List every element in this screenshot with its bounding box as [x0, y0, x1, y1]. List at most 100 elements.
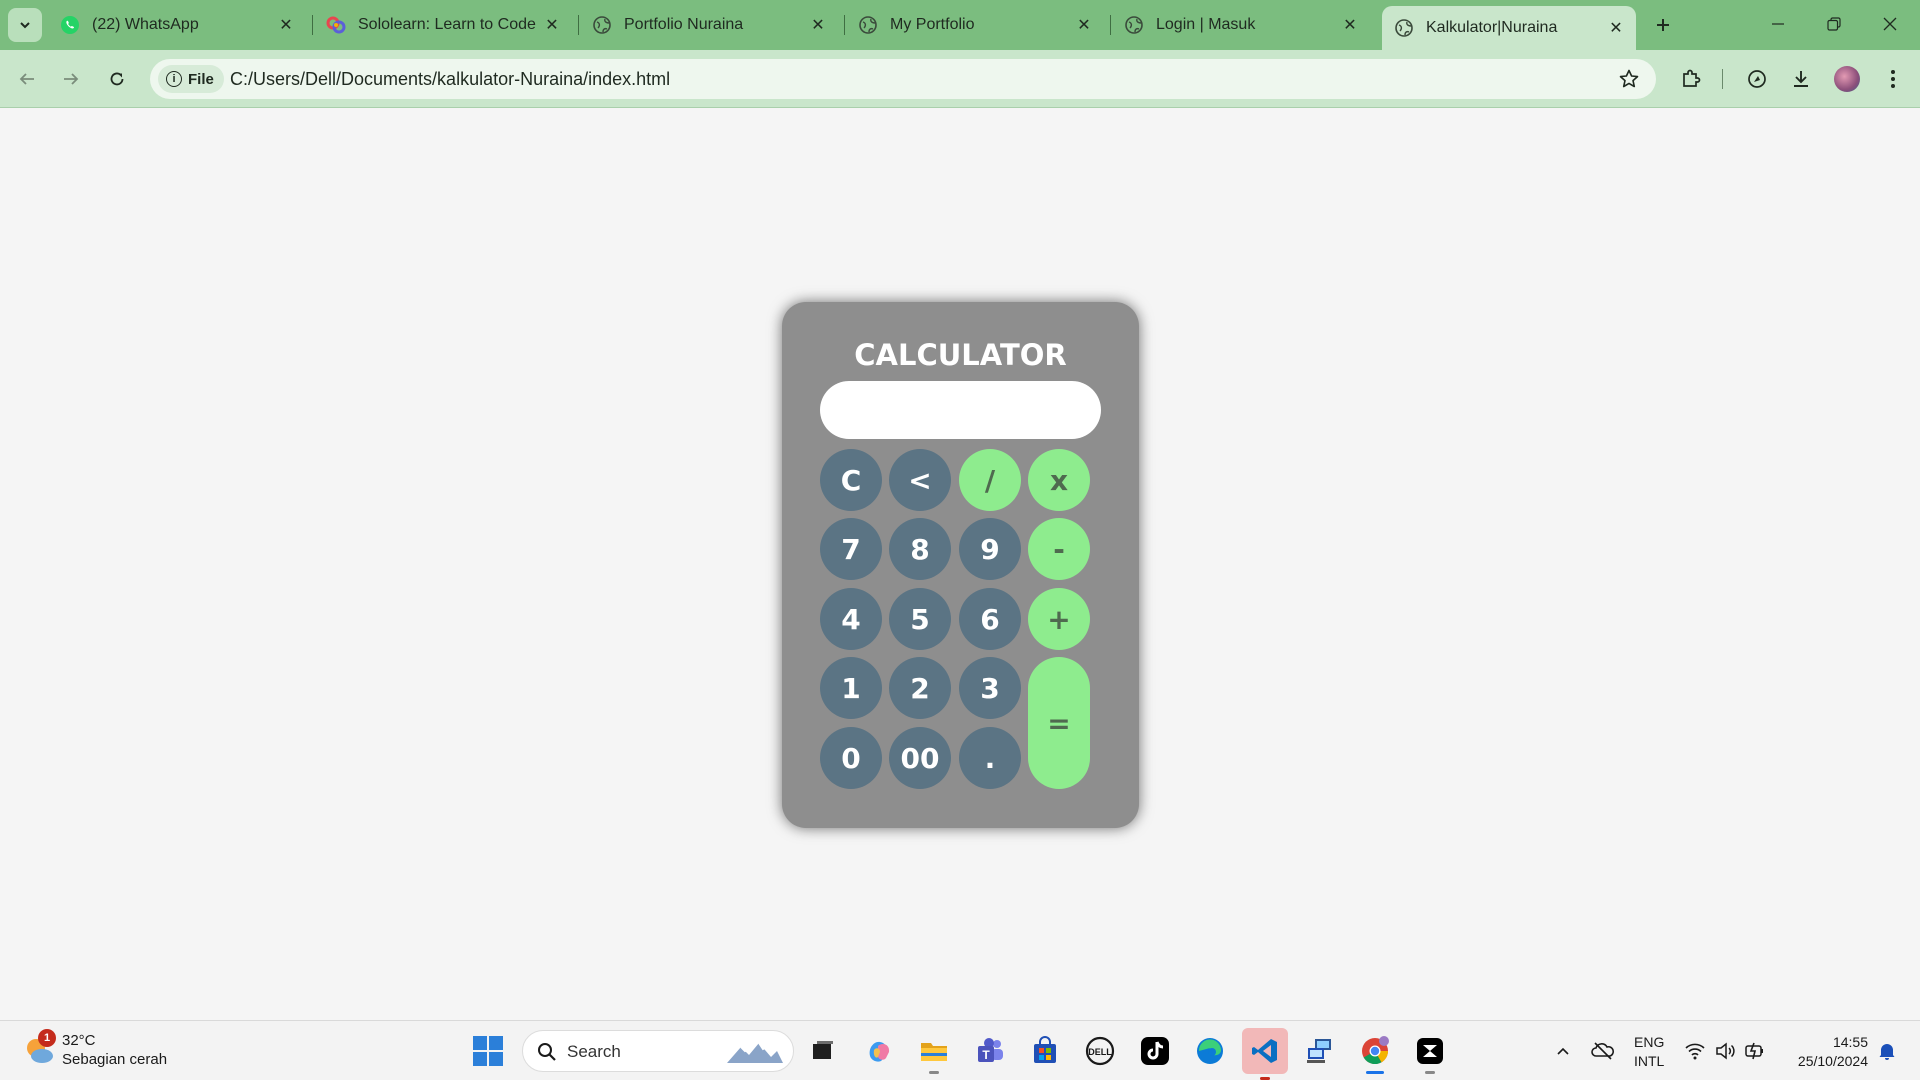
key-1[interactable]: 1	[820, 657, 882, 719]
notification-bell-icon[interactable]	[1872, 1034, 1902, 1068]
new-tab-button[interactable]	[1648, 10, 1678, 40]
close-window-button[interactable]	[1862, 0, 1918, 48]
teams-icon[interactable]: T	[973, 1034, 1007, 1068]
onedrive-offline-icon[interactable]	[1585, 1034, 1621, 1068]
store-icon[interactable]	[1028, 1034, 1062, 1068]
site-info-chip[interactable]: i File	[158, 65, 224, 93]
language-indicator[interactable]: ENG INTL	[1634, 1033, 1664, 1071]
key-3[interactable]: 3	[959, 657, 1021, 719]
running-indicator	[1425, 1071, 1435, 1074]
weather-condition: Sebagian cerah	[62, 1051, 168, 1068]
restore-icon	[1827, 17, 1841, 31]
key-9[interactable]: 9	[959, 518, 1021, 580]
key-backspace[interactable]: <	[889, 449, 951, 511]
wifi-icon[interactable]	[1680, 1034, 1710, 1068]
volume-icon[interactable]	[1710, 1034, 1740, 1068]
performance-button[interactable]	[1742, 64, 1772, 94]
edge-icon[interactable]	[1193, 1034, 1227, 1068]
bookmark-star-icon[interactable]	[1618, 68, 1640, 95]
key-equals[interactable]: =	[1028, 657, 1090, 789]
tab-sololearn[interactable]: Sololearn: Learn to Code ✕	[314, 6, 572, 44]
battery-charging-icon[interactable]	[1740, 1034, 1770, 1068]
close-icon[interactable]: ✕	[276, 15, 296, 35]
tab-title: Login | Masuk	[1156, 16, 1256, 33]
key-0[interactable]: 0	[820, 727, 882, 789]
reload-icon	[110, 72, 124, 86]
system-clock[interactable]: 14:55 25/10/2024	[1786, 1033, 1868, 1071]
key-2[interactable]: 2	[889, 657, 951, 719]
svg-text:DELL: DELL	[1088, 1047, 1112, 1057]
extensions-button[interactable]	[1676, 64, 1706, 94]
reload-button[interactable]	[102, 64, 132, 94]
svg-text:T: T	[982, 1048, 990, 1062]
speedometer-icon	[1748, 70, 1766, 88]
key-5[interactable]: 5	[889, 588, 951, 650]
avatar	[1834, 66, 1860, 92]
close-icon[interactable]: ✕	[542, 15, 562, 35]
key-8[interactable]: 8	[889, 518, 951, 580]
key-decimal[interactable]: .	[959, 727, 1021, 789]
clock-time: 14:55	[1832, 1034, 1868, 1050]
weather-widget[interactable]: 1 32°C Sebagian cerah	[22, 1029, 168, 1069]
tab-search-button[interactable]	[8, 8, 42, 42]
close-icon[interactable]: ✕	[1074, 15, 1094, 35]
downloads-button[interactable]	[1786, 64, 1816, 94]
close-icon[interactable]: ✕	[1606, 18, 1626, 38]
tab-my-portfolio[interactable]: My Portfolio ✕	[846, 6, 1104, 44]
key-multiply[interactable]: x	[1028, 449, 1090, 511]
key-subtract[interactable]: -	[1028, 518, 1090, 580]
tab-whatsapp[interactable]: (22) WhatsApp ✕	[48, 6, 306, 44]
weather-badge: 1	[38, 1029, 56, 1047]
minimize-icon	[1772, 23, 1784, 25]
restore-button[interactable]	[1806, 0, 1862, 48]
info-icon: i	[166, 71, 182, 87]
tab-separator	[1110, 15, 1111, 35]
forward-button[interactable]	[56, 64, 86, 94]
search-highlight-icon	[727, 1042, 783, 1063]
profile-button[interactable]	[1832, 64, 1862, 94]
globe-icon	[1124, 15, 1144, 35]
tiktok-icon[interactable]	[1138, 1034, 1172, 1068]
tab-kalkulator-nuraina[interactable]: Kalkulator|Nuraina ✕	[1382, 6, 1636, 50]
globe-icon	[592, 15, 612, 35]
url-text[interactable]: C:/Users/Dell/Documents/kalkulator-Nurai…	[230, 69, 670, 90]
capcut-icon[interactable]	[1413, 1034, 1447, 1074]
vscode-icon[interactable]	[1242, 1028, 1288, 1080]
tab-separator	[844, 15, 845, 35]
minimize-button[interactable]	[1750, 0, 1806, 48]
dell-icon[interactable]: DELL	[1083, 1034, 1117, 1068]
tab-portfolio-nuraina[interactable]: Portfolio Nuraina ✕	[580, 6, 838, 44]
key-00[interactable]: 00	[889, 727, 951, 789]
taskbar-search[interactable]: Search	[522, 1030, 794, 1072]
key-4[interactable]: 4	[820, 588, 882, 650]
close-icon[interactable]: ✕	[808, 15, 828, 35]
chrome-icon[interactable]	[1358, 1034, 1392, 1074]
key-divide[interactable]: /	[959, 449, 1021, 511]
start-button[interactable]	[473, 1036, 503, 1066]
tab-login-masuk[interactable]: Login | Masuk ✕	[1112, 6, 1370, 44]
close-icon[interactable]: ✕	[1340, 15, 1360, 35]
clock-date: 25/10/2024	[1797, 1053, 1868, 1069]
chevron-down-icon	[20, 22, 30, 29]
tab-title: Sololearn: Learn to Code	[358, 16, 536, 33]
task-view-icon[interactable]	[806, 1034, 840, 1068]
remote-desktop-icon[interactable]	[1303, 1034, 1337, 1068]
key-6[interactable]: 6	[959, 588, 1021, 650]
key-add[interactable]: +	[1028, 588, 1090, 650]
browser-toolbar: i File C:/Users/Dell/Documents/kalkulato…	[0, 50, 1920, 108]
tab-separator	[312, 15, 313, 35]
tab-title: Kalkulator|Nuraina	[1426, 19, 1558, 36]
back-button[interactable]	[12, 64, 42, 94]
address-bar[interactable]: i File C:/Users/Dell/Documents/kalkulato…	[150, 59, 1656, 99]
file-explorer-icon[interactable]	[917, 1034, 951, 1074]
whatsapp-icon	[60, 15, 80, 35]
tab-title: (22) WhatsApp	[92, 16, 199, 33]
arrow-right-icon	[64, 73, 79, 85]
key-clear[interactable]: C	[820, 449, 882, 511]
copilot-icon[interactable]	[862, 1034, 896, 1068]
calculator-display[interactable]	[820, 381, 1101, 439]
key-7[interactable]: 7	[820, 518, 882, 580]
tab-strip: (22) WhatsApp ✕ Sololearn: Learn to Code…	[0, 0, 1920, 50]
show-hidden-icons-chevron-up-icon[interactable]	[1545, 1034, 1581, 1068]
menu-button[interactable]	[1878, 64, 1908, 94]
